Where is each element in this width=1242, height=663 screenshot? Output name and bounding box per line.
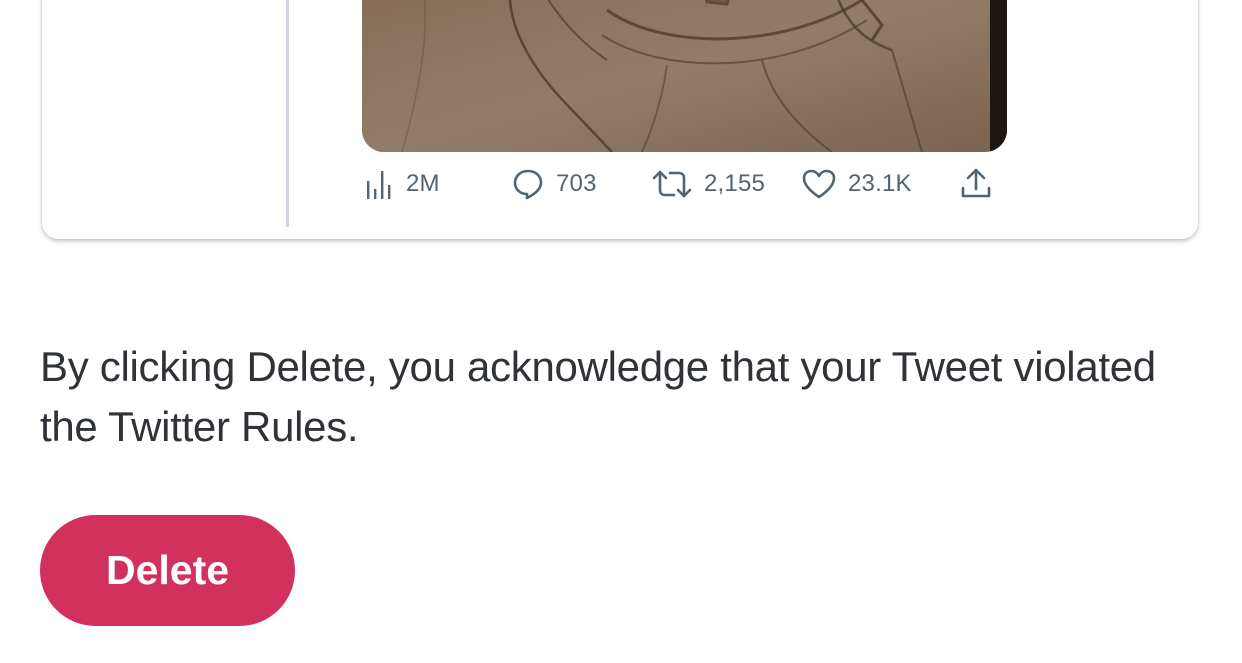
- retweet-action[interactable]: 2,155: [652, 167, 765, 201]
- reply-count: 703: [556, 170, 597, 197]
- delete-tweet-screen: 2M 703 2,155 23.1K By clicking Delete, y…: [0, 0, 1242, 663]
- reply-bubble-icon: [512, 168, 544, 200]
- like-action[interactable]: 23.1K: [802, 167, 912, 201]
- views-action[interactable]: 2M: [366, 167, 440, 201]
- like-count: 23.1K: [848, 170, 912, 197]
- sketch-portrait-image: [362, 0, 1007, 152]
- analytics-bars-icon: [366, 169, 394, 199]
- tweet-actions-bar: 2M 703 2,155 23.1K: [366, 167, 1006, 201]
- share-upload-icon: [960, 168, 992, 200]
- share-action[interactable]: [960, 167, 992, 201]
- reply-action[interactable]: 703: [512, 167, 597, 201]
- retweet-icon: [652, 169, 692, 199]
- tweet-image[interactable]: [362, 0, 1007, 152]
- retweet-count: 2,155: [704, 170, 766, 197]
- tweet-card: 2M 703 2,155 23.1K: [42, 0, 1198, 239]
- delete-button[interactable]: Delete: [40, 515, 295, 626]
- views-count: 2M: [406, 170, 440, 197]
- thread-line: [286, 0, 289, 227]
- delete-acknowledgement-text: By clicking Delete, you acknowledge that…: [40, 343, 1156, 450]
- heart-icon: [802, 169, 836, 199]
